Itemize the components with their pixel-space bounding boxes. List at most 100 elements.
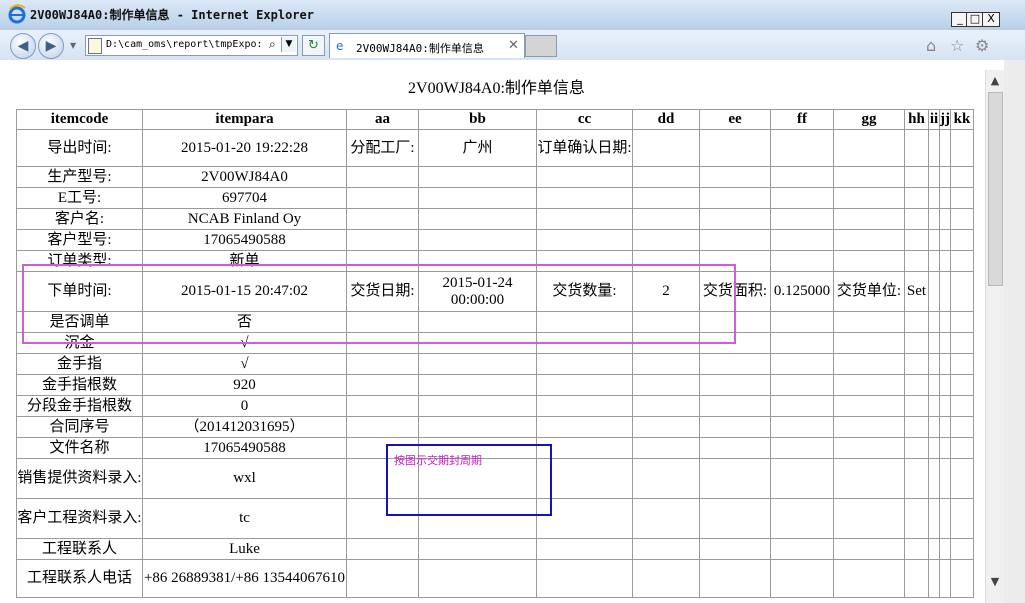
table-cell: 2015-01-20 19:22:28 — [142, 129, 347, 167]
table-cell — [770, 229, 834, 251]
table-cell — [928, 416, 940, 438]
browser-navigation-bar: ◀ ▶ ▼ D:\cam_oms\report\tmpExpo: ⌕ ▼ ↻ e… — [0, 30, 1025, 60]
table-cell — [939, 229, 951, 251]
table-cell: 交货单位: — [833, 271, 905, 312]
table-cell — [699, 187, 771, 209]
table-cell — [418, 166, 537, 188]
table-cell — [939, 538, 951, 560]
note-box-blue: 按图示交期封周期 — [386, 444, 552, 516]
table-cell — [346, 229, 419, 251]
header-cell: ii — [928, 109, 940, 130]
table-cell — [833, 229, 905, 251]
table-cell: Luke — [142, 538, 347, 560]
refresh-button[interactable]: ↻ — [302, 35, 325, 56]
table-cell — [928, 311, 940, 333]
table-row: 金手指根数 920 — [16, 374, 974, 396]
search-icon[interactable]: ⌕ — [269, 37, 276, 52]
table-cell: NCAB Finland Oy — [142, 208, 347, 230]
new-tab-button[interactable] — [525, 35, 557, 57]
table-cell — [632, 208, 700, 230]
table-cell — [939, 395, 951, 417]
table-cell: √ — [142, 353, 347, 375]
table-cell — [833, 353, 905, 375]
close-button[interactable]: X — [982, 12, 1000, 27]
table-cell — [928, 458, 940, 499]
table-cell — [939, 416, 951, 438]
table-cell — [632, 374, 700, 396]
table-cell: 导出时间: — [16, 129, 143, 167]
table-cell — [928, 250, 940, 272]
table-cell — [950, 458, 974, 499]
address-bar[interactable]: D:\cam_oms\report\tmpExpo: ⌕ ▼ — [85, 35, 298, 56]
table-cell — [928, 395, 940, 417]
table-cell — [904, 311, 929, 333]
table-cell — [950, 559, 974, 598]
table-cell — [939, 559, 951, 598]
table-cell — [833, 498, 905, 539]
table-cell — [950, 498, 974, 539]
address-text[interactable]: D:\cam_oms\report\tmpExpo: — [106, 39, 266, 50]
favorites-star-icon[interactable]: ☆ — [950, 36, 964, 55]
table-cell — [939, 458, 951, 499]
table-cell — [418, 208, 537, 230]
table-cell — [833, 374, 905, 396]
table-cell: 广州 — [418, 129, 537, 167]
table-cell — [939, 498, 951, 539]
table-cell — [770, 559, 834, 598]
table-cell — [833, 538, 905, 560]
table-cell — [939, 311, 951, 333]
table-cell — [939, 353, 951, 375]
table-cell — [833, 332, 905, 354]
table-cell — [770, 395, 834, 417]
table-cell: 分段金手指根数 — [16, 395, 143, 417]
forward-button[interactable]: ▶ — [38, 33, 64, 59]
table-cell — [699, 166, 771, 188]
header-cell: gg — [833, 109, 905, 130]
table-cell — [904, 538, 929, 560]
home-icon[interactable]: ⌂ — [926, 36, 936, 55]
vertical-scrollbar[interactable]: ▲ ▼ — [985, 70, 1004, 603]
tab-label: 2V00WJ84A0:制作单信息 — [356, 42, 484, 55]
table-cell — [833, 416, 905, 438]
table-cell: 文件名称 — [16, 437, 143, 459]
table-cell — [833, 166, 905, 188]
tab-current[interactable]: e 2V00WJ84A0:制作单信息 ✕ — [329, 33, 525, 58]
table-cell — [904, 229, 929, 251]
address-dropdown-icon[interactable]: ▼ — [281, 37, 296, 52]
table-cell: 0.125000 — [770, 271, 834, 312]
table-cell — [418, 395, 537, 417]
table-row: 客户型号: 17065490588 — [16, 229, 974, 251]
history-dropdown-icon[interactable]: ▼ — [70, 41, 76, 50]
table-cell — [939, 187, 951, 209]
window-right-edge — [1004, 60, 1025, 603]
table-cell: 17065490588 — [142, 437, 347, 459]
header-cell: dd — [632, 109, 700, 130]
table-cell — [632, 353, 700, 375]
table-row: 客户名: NCAB Finland Oy — [16, 208, 974, 230]
table-cell — [418, 538, 537, 560]
table-row: E工号: 697704 — [16, 187, 974, 209]
settings-gear-icon[interactable]: ⚙ — [975, 36, 989, 55]
window-title: 2V00WJ84A0:制作单信息 - Internet Explorer — [30, 8, 314, 22]
table-cell — [904, 208, 929, 230]
table-cell: 销售提供资料录入: — [16, 458, 143, 499]
table-cell — [950, 229, 974, 251]
table-cell — [833, 187, 905, 209]
table-cell — [346, 559, 419, 598]
table-cell — [904, 187, 929, 209]
table-row: 合同序号 （201412031695） — [16, 416, 974, 438]
table-cell — [699, 208, 771, 230]
production-order-table: itemcode itempara aa bb cc dd ee ff gg h… — [16, 109, 974, 598]
table-cell — [770, 538, 834, 560]
table-cell: 客户型号: — [16, 229, 143, 251]
back-button[interactable]: ◀ — [10, 33, 36, 59]
table-cell — [904, 498, 929, 539]
table-cell — [939, 374, 951, 396]
tab-close-icon[interactable]: ✕ — [508, 38, 519, 53]
table-cell — [346, 208, 419, 230]
scroll-up-arrow-icon[interactable]: ▲ — [986, 72, 1004, 90]
scroll-down-arrow-icon[interactable]: ▼ — [986, 573, 1004, 591]
table-cell — [418, 229, 537, 251]
table-cell — [904, 416, 929, 438]
scroll-thumb[interactable] — [988, 92, 1003, 286]
